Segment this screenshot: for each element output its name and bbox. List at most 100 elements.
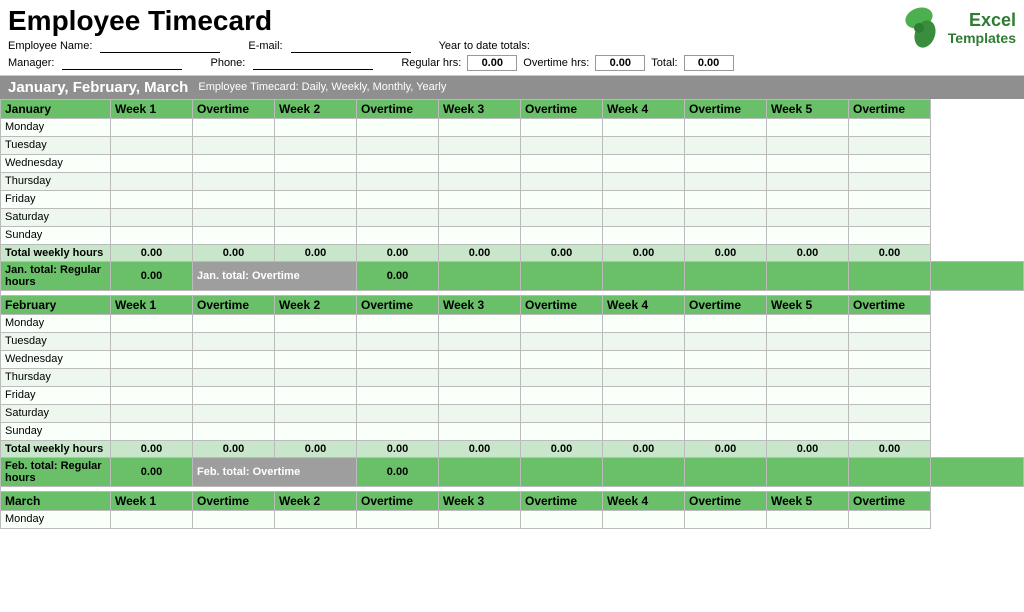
logo-area: Excel Templates: [866, 6, 1016, 51]
february-month-label: February: [1, 295, 111, 314]
email-input[interactable]: [291, 39, 411, 53]
jan-week2-header: Week 2: [275, 99, 357, 118]
jan-total-w5: 0.00: [767, 244, 849, 261]
regular-hrs-label: Regular hrs:: [401, 57, 461, 69]
employee-name-input[interactable]: [100, 39, 220, 53]
feb-regular-value: 0.00: [111, 457, 193, 486]
jan-total-w3: 0.00: [439, 244, 521, 261]
total-value: 0.00: [684, 55, 734, 71]
jan-total-w1: 0.00: [111, 244, 193, 261]
jan-mon-ot5[interactable]: [849, 118, 931, 136]
logo-line1: Excel: [948, 11, 1016, 31]
jan-ot2-header: Overtime: [357, 99, 439, 118]
jan-mon-w2[interactable]: [275, 118, 357, 136]
jan-mon-ot4[interactable]: [685, 118, 767, 136]
jan-mon-w3[interactable]: [439, 118, 521, 136]
timecard-table: January Week 1 Overtime Week 2 Overtime …: [0, 99, 1024, 529]
january-header-row: January Week 1 Overtime Week 2 Overtime …: [1, 99, 1024, 118]
app: Employee Timecard Employee Name: E-mail:…: [0, 0, 1024, 529]
jan-overtime-label: Jan. total: Overtime: [193, 261, 357, 290]
jan-thursday-label: Thursday: [1, 172, 111, 190]
feb-wednesday-row: Wednesday: [1, 350, 1024, 368]
overtime-hrs-label: Overtime hrs:: [523, 57, 589, 69]
feb-regular-label: Feb. total: Regular hours: [1, 457, 111, 486]
jan-regular-value: 0.00: [111, 261, 193, 290]
fields-row1: Employee Name: E-mail: Year to date tota…: [8, 39, 866, 53]
march-header-row: March Week 1 Overtime Week 2 Overtime We…: [1, 491, 1024, 510]
feb-saturday-row: Saturday: [1, 404, 1024, 422]
header: Employee Timecard Employee Name: E-mail:…: [0, 0, 1024, 76]
jan-week3-header: Week 3: [439, 99, 521, 118]
jan-tuesday-row: Tuesday: [1, 136, 1024, 154]
jan-total-ot5: 0.00: [849, 244, 931, 261]
jan-tuesday-label: Tuesday: [1, 136, 111, 154]
subtitle-description: Employee Timecard: Daily, Weekly, Monthl…: [198, 81, 446, 93]
jan-total-ot4: 0.00: [685, 244, 767, 261]
feb-thursday-row: Thursday: [1, 368, 1024, 386]
table-area: January Week 1 Overtime Week 2 Overtime …: [0, 99, 1024, 529]
header-left: Employee Timecard Employee Name: E-mail:…: [8, 6, 866, 71]
mar-monday-row: Monday: [1, 510, 1024, 528]
feb-overtime-label: Feb. total: Overtime: [193, 457, 357, 486]
jan-total-w2: 0.00: [275, 244, 357, 261]
fields-row2: Manager: Phone: Regular hrs: 0.00 Overti…: [8, 55, 866, 71]
jan-friday-label: Friday: [1, 190, 111, 208]
jan-week1-header: Week 1: [111, 99, 193, 118]
jan-mon-w1[interactable]: [111, 118, 193, 136]
jan-wednesday-row: Wednesday: [1, 154, 1024, 172]
subtitle-bar: January, February, March Employee Timeca…: [0, 76, 1024, 99]
logo-graphic: [897, 6, 942, 51]
jan-mon-w4[interactable]: [603, 118, 685, 136]
feb-monthly-total-row: Feb. total: Regular hours 0.00 Feb. tota…: [1, 457, 1024, 486]
jan-saturday-row: Saturday: [1, 208, 1024, 226]
jan-week4-header: Week 4: [603, 99, 685, 118]
jan-week5-header: Week 5: [767, 99, 849, 118]
jan-overtime-value: 0.00: [357, 261, 439, 290]
jan-monday-row: Monday: [1, 118, 1024, 136]
jan-mon-ot1[interactable]: [193, 118, 275, 136]
logo-text-area: Excel Templates: [948, 11, 1016, 47]
jan-regular-label: Jan. total: Regular hours: [1, 261, 111, 290]
jan-ot4-header: Overtime: [685, 99, 767, 118]
jan-total-ot2: 0.00: [357, 244, 439, 261]
feb-tuesday-row: Tuesday: [1, 332, 1024, 350]
page-title: Employee Timecard: [8, 6, 866, 37]
total-label: Total:: [651, 57, 677, 69]
regular-hrs-value: 0.00: [467, 55, 517, 71]
manager-input[interactable]: [62, 56, 182, 70]
jan-ot3-header: Overtime: [521, 99, 603, 118]
feb-friday-row: Friday: [1, 386, 1024, 404]
jan-friday-row: Friday: [1, 190, 1024, 208]
jan-mon-w5[interactable]: [767, 118, 849, 136]
jan-ot5-header: Overtime: [849, 99, 931, 118]
feb-overtime-value: 0.00: [357, 457, 439, 486]
jan-mon-ot2[interactable]: [357, 118, 439, 136]
ytd-section: Year to date totals:: [439, 40, 530, 52]
phone-input[interactable]: [253, 56, 373, 70]
jan-mon-ot3[interactable]: [521, 118, 603, 136]
jan-total-w4: 0.00: [603, 244, 685, 261]
subtitle-months: January, February, March: [8, 79, 188, 96]
jan-total-row: Total weekly hours 0.00 0.00 0.00 0.00 0…: [1, 244, 1024, 261]
january-month-label: January: [1, 99, 111, 118]
feb-total-label: Total weekly hours: [1, 440, 111, 457]
manager-label: Manager:: [8, 57, 54, 69]
phone-label: Phone:: [210, 57, 245, 69]
jan-saturday-label: Saturday: [1, 208, 111, 226]
march-month-label: March: [1, 491, 111, 510]
jan-sunday-row: Sunday: [1, 226, 1024, 244]
feb-sunday-row: Sunday: [1, 422, 1024, 440]
jan-monday-label: Monday: [1, 118, 111, 136]
jan-wednesday-label: Wednesday: [1, 154, 111, 172]
jan-total-ot1: 0.00: [193, 244, 275, 261]
jan-total-label: Total weekly hours: [1, 244, 111, 261]
overtime-hrs-value: 0.00: [595, 55, 645, 71]
jan-monthly-total-row: Jan. total: Regular hours 0.00 Jan. tota…: [1, 261, 1024, 290]
employee-name-label: Employee Name:: [8, 40, 92, 52]
ytd-label: Year to date totals:: [439, 40, 530, 52]
jan-sunday-label: Sunday: [1, 226, 111, 244]
logo-line2: Templates: [948, 30, 1016, 46]
jan-thursday-row: Thursday: [1, 172, 1024, 190]
february-header-row: February Week 1 Overtime Week 2 Overtime…: [1, 295, 1024, 314]
email-label: E-mail:: [248, 40, 282, 52]
